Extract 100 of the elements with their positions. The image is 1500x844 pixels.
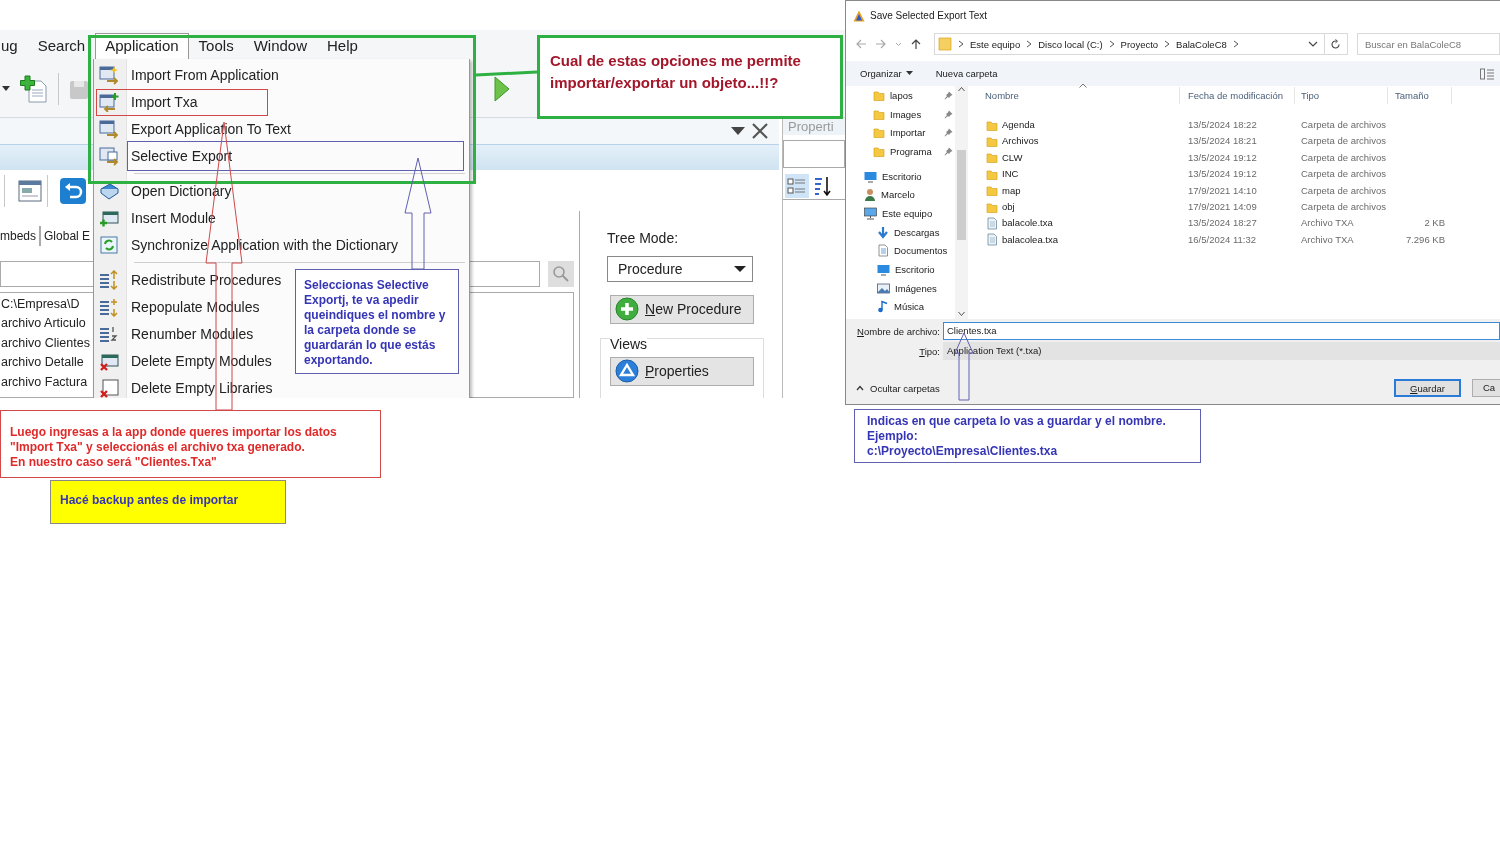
table-cell-text: 13/5/2024 19:12 xyxy=(1187,167,1258,182)
up-arrow-icon[interactable] xyxy=(910,38,922,50)
search-field[interactable]: Buscar en BalaColeC8 xyxy=(1357,33,1500,55)
file-name[interactable]: Agenda xyxy=(1002,117,1035,134)
forward-arrow-icon[interactable] xyxy=(875,38,887,50)
search-button[interactable] xyxy=(548,261,574,287)
menu-item[interactable]: Insert Module xyxy=(131,209,216,226)
caret-down-icon[interactable] xyxy=(905,71,913,76)
nav-item[interactable]: Este equipo xyxy=(882,207,933,219)
nav-item[interactable]: Escritorio xyxy=(895,264,935,276)
back-arrow-icon[interactable] xyxy=(855,38,867,50)
window-title: Save Selected Export Text xyxy=(870,10,988,21)
file-name[interactable]: CLW xyxy=(1002,149,1023,167)
column-header[interactable]: Tamaño xyxy=(1388,87,1452,104)
undo-icon[interactable] xyxy=(60,177,86,204)
table-cell-text: Carpeta de archivos xyxy=(1300,183,1388,198)
hide-folders-link[interactable]: Ocultar carpetas xyxy=(864,382,940,394)
file-type-dropdown[interactable]: Application Text (*.txa) xyxy=(943,342,1500,360)
breadcrumb-item[interactable]: BalaColeC8 xyxy=(1176,38,1227,50)
organize-menu[interactable]: Organizar xyxy=(860,68,902,79)
menu-item[interactable]: Search xyxy=(27,33,96,60)
tree-item[interactable]: archivo Detalle xyxy=(0,353,84,373)
column-header[interactable]: Tipo xyxy=(1295,87,1388,104)
file-name-field[interactable]: Clientes.txa xyxy=(943,322,1500,340)
breadcrumb-item[interactable]: Proyecto xyxy=(1120,38,1159,50)
menu-item[interactable]: Delete Empty Modules xyxy=(131,352,272,369)
file-name[interactable]: obj xyxy=(1002,198,1015,216)
tab[interactable]: mbeds xyxy=(0,226,42,246)
menu-item[interactable]: Import From Application xyxy=(131,66,279,83)
menu-item[interactable]: ug xyxy=(0,33,28,60)
column-header[interactable]: Fecha de modificación xyxy=(1180,87,1295,104)
tree-item[interactable]: C:\Empresa\D xyxy=(0,295,80,315)
menu-item[interactable]: Renumber Modules xyxy=(131,325,254,342)
file-name[interactable]: balacole.txa xyxy=(1002,215,1053,232)
table-cell-text: Carpeta de archivos xyxy=(1300,118,1388,132)
connector-line xyxy=(475,70,538,77)
nav-item[interactable]: Programa xyxy=(890,145,932,157)
menu-item[interactable]: Tools xyxy=(188,33,244,60)
nav-item[interactable]: Imágenes xyxy=(895,282,937,294)
menu-item[interactable]: Synchronize Application with the Dictionary xyxy=(131,236,398,253)
save-button[interactable]: Guardar xyxy=(1394,379,1461,397)
pin-icon[interactable] xyxy=(944,109,953,119)
pin-icon[interactable] xyxy=(944,146,953,156)
tree-mode-dropdown[interactable]: Procedure xyxy=(607,256,753,282)
scrollbar-thumb[interactable] xyxy=(957,150,966,240)
nav-item[interactable]: Descargas xyxy=(894,226,940,238)
cancel-button[interactable]: Ca xyxy=(1472,379,1500,397)
tree-item[interactable]: archivo Clientes xyxy=(0,334,90,354)
chevron-up-icon[interactable] xyxy=(856,385,864,391)
refresh-button[interactable] xyxy=(1324,33,1348,55)
file-name[interactable]: Archivos xyxy=(1002,133,1039,150)
file-name[interactable]: INC xyxy=(1002,166,1019,183)
window-icon[interactable] xyxy=(17,177,43,204)
menu-item[interactable]: Redistribute Procedures xyxy=(131,271,282,288)
file-name[interactable]: map xyxy=(1002,182,1021,199)
window-arrow-icon xyxy=(99,145,119,166)
menu-item[interactable]: Export Application To Text xyxy=(131,120,291,137)
close-icon[interactable] xyxy=(751,122,770,141)
nav-item[interactable]: Images xyxy=(890,108,922,120)
picture-icon xyxy=(877,281,890,295)
scroll-up-icon[interactable] xyxy=(958,86,965,92)
menu-item[interactable]: Import Txa xyxy=(131,93,198,110)
property-field[interactable] xyxy=(783,140,845,168)
nav-item[interactable]: Escritorio xyxy=(882,170,922,182)
menu-item[interactable]: Repopulate Modules xyxy=(131,298,260,315)
new-document-icon[interactable] xyxy=(20,74,48,103)
pin-icon[interactable] xyxy=(944,128,953,138)
caret-icon[interactable] xyxy=(2,85,10,92)
menu-item[interactable]: Selective Export xyxy=(131,147,233,164)
nav-item[interactable]: Importar xyxy=(890,127,926,139)
scrollbar[interactable] xyxy=(955,86,968,319)
desktop-icon xyxy=(877,263,890,277)
new-procedure-button[interactable]: New Procedure xyxy=(610,295,754,324)
table-cell-text: Carpeta de archivos xyxy=(1300,150,1388,165)
properties-button[interactable]: Properties xyxy=(610,357,754,386)
menu-item[interactable]: Open Dictionary xyxy=(131,182,232,199)
menu-item[interactable]: Window xyxy=(243,33,317,60)
caret-down-icon[interactable] xyxy=(731,126,746,137)
scroll-down-icon[interactable] xyxy=(958,311,965,317)
tree-item[interactable]: archivo Articulo xyxy=(0,314,86,334)
menu-item[interactable]: Help xyxy=(317,33,368,60)
breadcrumb-item[interactable]: Disco local (C:) xyxy=(1038,38,1103,50)
play-icon[interactable] xyxy=(494,75,510,102)
nav-item[interactable]: Documentos xyxy=(894,245,948,257)
menu-item[interactable]: Delete Empty Libraries xyxy=(131,379,273,396)
address-bar[interactable]: Este equipo Disco local (C:) Proyecto BalaColeC8 xyxy=(934,33,1325,55)
view-options-icon[interactable] xyxy=(1480,67,1494,80)
nav-item[interactable]: Música xyxy=(894,301,925,313)
tree-item[interactable]: archivo Factura xyxy=(0,373,88,393)
nav-item[interactable]: lapos xyxy=(890,89,913,101)
breadcrumb-item[interactable]: Este equipo xyxy=(970,38,1021,50)
table-cell-text: Archivo TXA xyxy=(1300,232,1355,247)
music-icon xyxy=(877,300,889,314)
file-name[interactable]: balacolea.txa xyxy=(1002,231,1058,249)
folder-icon xyxy=(873,107,885,121)
chevron-down-icon[interactable] xyxy=(1307,40,1318,48)
nav-item[interactable]: Marcelo xyxy=(881,189,915,201)
column-header[interactable]: Nombre xyxy=(983,87,1180,104)
new-folder-button[interactable]: Nueva carpeta xyxy=(935,68,998,79)
pin-icon[interactable] xyxy=(944,90,953,100)
